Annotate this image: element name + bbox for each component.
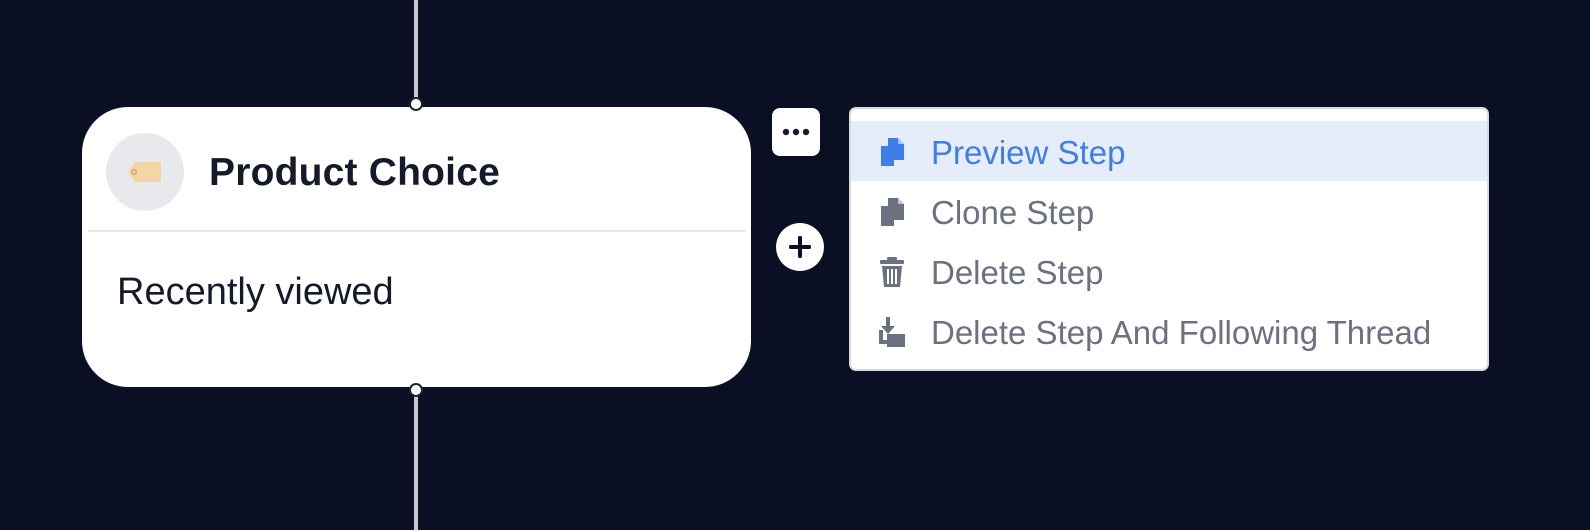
price-tag-icon — [128, 162, 161, 182]
delete-thread-icon — [879, 317, 905, 347]
menu-item-delete-step[interactable]: Delete Step — [851, 241, 1487, 301]
menu-item-clone-step[interactable]: Clone Step — [851, 181, 1487, 241]
step-card-header: Product Choice — [82, 107, 751, 231]
add-step-button[interactable] — [776, 223, 824, 271]
menu-item-label: Delete Step — [931, 254, 1104, 291]
connector-handle-top[interactable] — [409, 97, 423, 111]
step-card[interactable]: Product Choice Recently viewed — [82, 107, 751, 387]
plus-icon — [789, 236, 811, 258]
connector-line-top — [414, 0, 418, 104]
more-horizontal-icon — [782, 128, 810, 136]
clone-icon — [881, 198, 904, 226]
menu-item-label: Delete Step And Following Thread — [931, 314, 1432, 351]
menu-item-label: Clone Step — [931, 194, 1095, 231]
trash-icon — [880, 257, 904, 287]
connector-line-bottom — [414, 387, 418, 530]
menu-item-preview-step[interactable]: Preview Step — [851, 121, 1487, 181]
copy-doc-icon — [881, 138, 904, 166]
step-avatar — [106, 133, 184, 211]
connector-handle-bottom[interactable] — [409, 383, 423, 397]
menu-item-label: Preview Step — [931, 134, 1126, 171]
step-subtitle: Recently viewed — [117, 271, 394, 313]
step-title: Product Choice — [209, 151, 500, 194]
menu-item-delete-step-and-thread[interactable]: Delete Step And Following Thread — [851, 301, 1487, 361]
step-card-divider — [88, 230, 745, 232]
more-options-button[interactable] — [772, 108, 820, 156]
step-context-menu: Preview Step Clone Step Delete Step Dele… — [849, 107, 1489, 371]
